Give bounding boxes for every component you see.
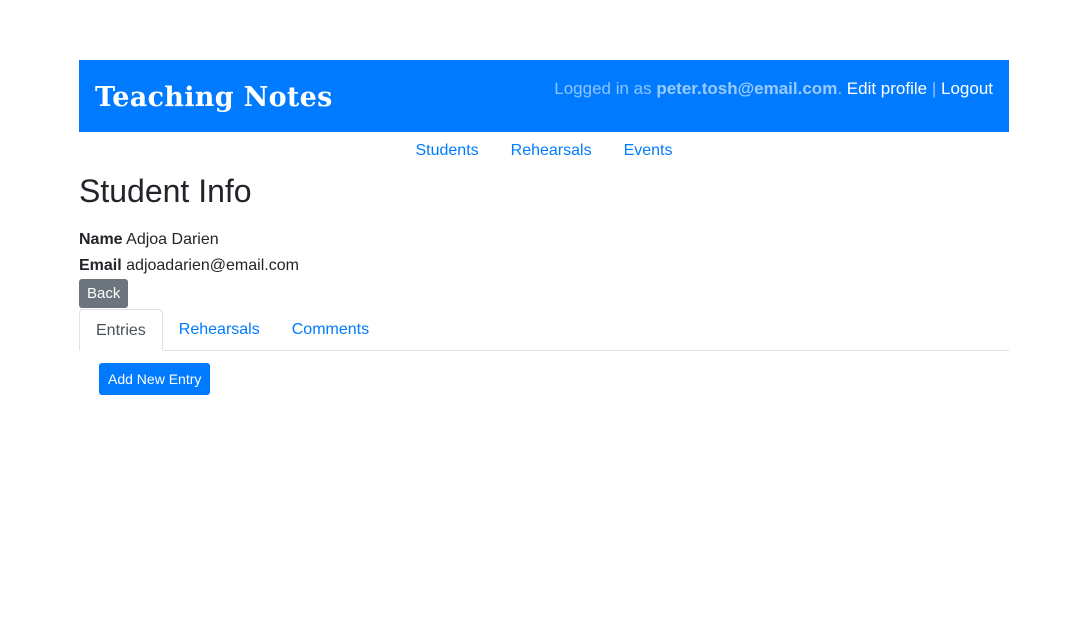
tab-entries[interactable]: Entries bbox=[79, 309, 163, 352]
name-row: Name Adjoa Darien bbox=[79, 227, 1009, 253]
email-row: Email adjoadarien@email.com bbox=[79, 253, 1009, 279]
user-bar: Logged in as peter.tosh@email.com. Edit … bbox=[554, 79, 993, 99]
user-email: peter.tosh@email.com bbox=[656, 79, 838, 98]
email-label: Email bbox=[79, 257, 122, 275]
email-value: adjoadarien@email.com bbox=[126, 257, 299, 275]
page-container: Teaching Notes Logged in as peter.tosh@e… bbox=[79, 60, 1009, 396]
nav-events[interactable]: Events bbox=[608, 142, 689, 164]
nav-rehearsals[interactable]: Rehearsals bbox=[495, 142, 608, 164]
logout-link[interactable]: Logout bbox=[941, 79, 993, 98]
brand-logo[interactable]: Teaching Notes bbox=[95, 82, 333, 113]
period: . bbox=[837, 79, 843, 98]
tab-comments[interactable]: Comments bbox=[276, 309, 385, 350]
main-nav: Students Rehearsals Events bbox=[79, 142, 1009, 164]
name-value: Adjoa Darien bbox=[126, 231, 219, 249]
student-info: Name Adjoa Darien Email adjoadarien@emai… bbox=[79, 227, 1009, 279]
logged-in-label: Logged in as bbox=[554, 79, 657, 98]
header-bar: Teaching Notes Logged in as peter.tosh@e… bbox=[79, 60, 1009, 132]
tab-bar: Entries Rehearsals Comments bbox=[79, 309, 1009, 352]
back-button[interactable]: Back bbox=[79, 279, 129, 309]
separator: | bbox=[931, 79, 937, 98]
nav-students[interactable]: Students bbox=[399, 142, 494, 164]
name-label: Name bbox=[79, 231, 123, 249]
page-title: Student Info bbox=[79, 173, 252, 209]
add-new-entry-button[interactable]: Add New Entry bbox=[99, 363, 211, 396]
tab-rehearsals[interactable]: Rehearsals bbox=[163, 309, 276, 350]
edit-profile-link[interactable]: Edit profile bbox=[847, 79, 927, 98]
